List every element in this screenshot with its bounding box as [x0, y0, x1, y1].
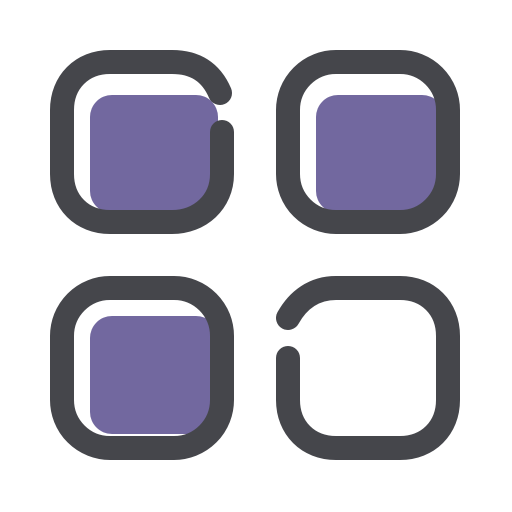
grid-tile-bottom-right-outline: [276, 276, 460, 460]
app-grid-icon-container: [0, 0, 512, 512]
grid-tile-bottom-left-fill: [90, 316, 218, 434]
grid-tile-top-right-fill: [316, 95, 444, 213]
app-grid-icon: [50, 50, 460, 460]
grid-tile-top-left-fill: [90, 95, 218, 213]
